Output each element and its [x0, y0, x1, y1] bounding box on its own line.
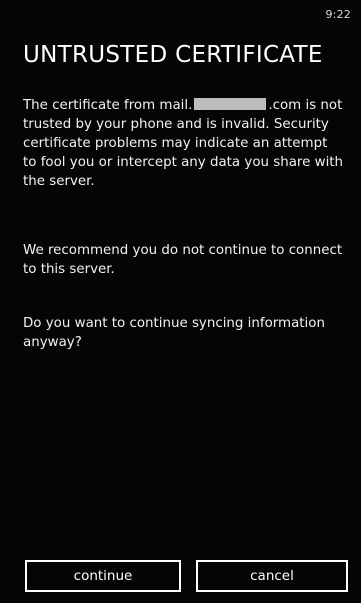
recommendation-paragraph: We recommend you do not continue to conn… — [23, 243, 343, 277]
cancel-button-label: cancel — [250, 568, 294, 584]
continue-button[interactable]: continue — [25, 560, 181, 592]
cancel-button[interactable]: cancel — [196, 560, 348, 592]
redacted-domain-block — [194, 98, 267, 110]
dialog-title: UNTRUSTED CERTIFICATE — [23, 42, 323, 68]
status-bar-time: 9:22 — [325, 8, 351, 21]
certificate-warning-paragraph: The certificate from mail. .com is not tr… — [23, 96, 345, 191]
continue-question-paragraph: Do you want to continue syncing informat… — [23, 316, 325, 350]
certificate-warning-screen: 9:22 UNTRUSTED CERTIFICATE The certifica… — [0, 0, 361, 603]
continue-button-label: continue — [73, 568, 133, 584]
paragraph-prefix-text: The certificate from mail. — [23, 98, 193, 113]
